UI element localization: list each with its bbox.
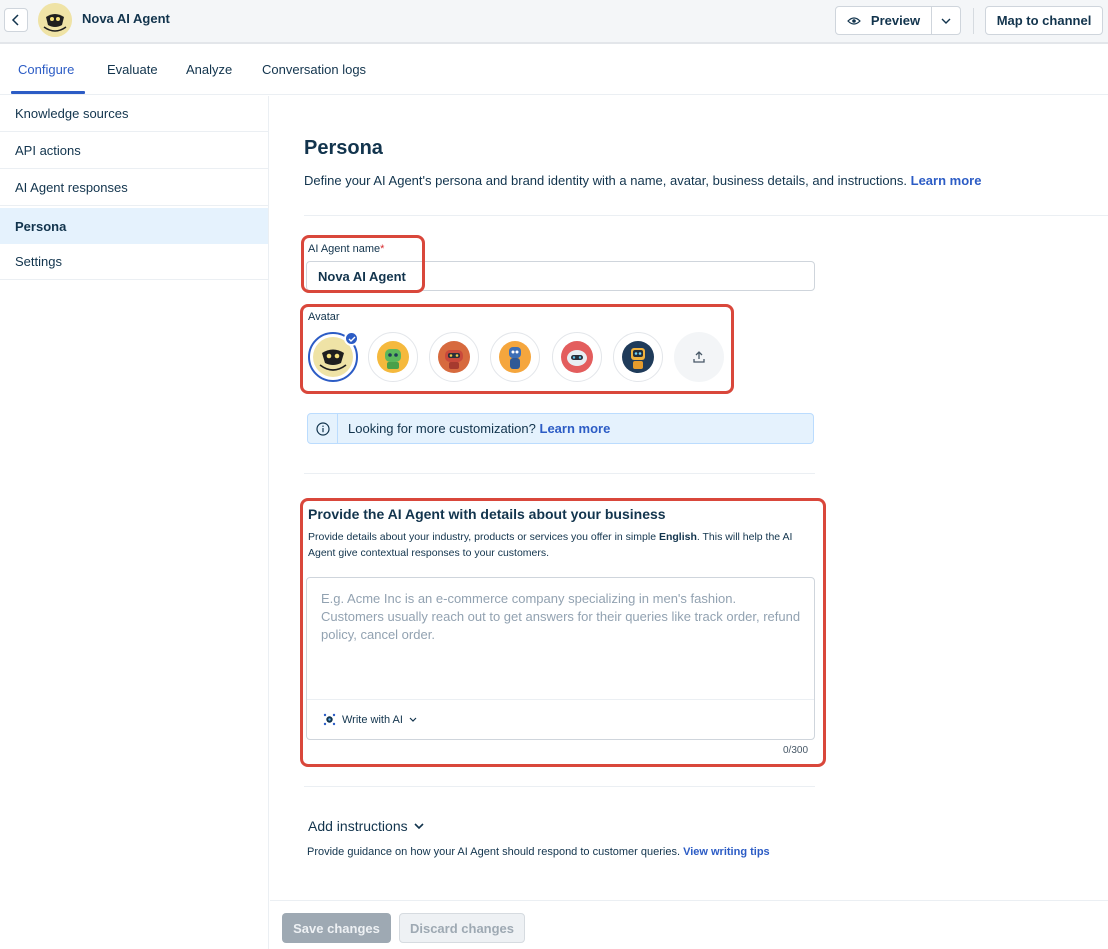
active-tab-indicator [11, 91, 85, 94]
sidebar-item-api-actions[interactable]: API actions [0, 133, 268, 169]
view-writing-tips-link[interactable]: View writing tips [683, 846, 770, 858]
tab-conversation-logs[interactable]: Conversation logs [262, 62, 366, 77]
chevron-left-icon [11, 14, 19, 26]
preview-label: Preview [870, 13, 921, 28]
divider [304, 215, 1108, 216]
sidebar-item-knowledge-sources[interactable]: Knowledge sources [0, 96, 268, 132]
eye-icon [847, 16, 861, 25]
add-instructions-toggle[interactable]: Add instructions [308, 818, 424, 834]
top-header: Nova AI Agent Preview Map to channel [0, 0, 1108, 44]
instructions-desc-text: Provide guidance on how your AI Agent sh… [307, 846, 681, 858]
learn-more-link[interactable]: Learn more [911, 173, 982, 188]
header-divider [973, 8, 974, 34]
preview-dropdown-button[interactable] [932, 7, 960, 34]
app-title: Nova AI Agent [82, 11, 170, 26]
info-text-label: Looking for more customization? [348, 421, 536, 436]
discard-changes-button[interactable]: Discard changes [399, 913, 525, 943]
chevron-down-icon [941, 18, 951, 24]
highlight-business-details [300, 498, 826, 767]
sidebar-item-ai-agent-responses[interactable]: AI Agent responses [0, 170, 268, 206]
tab-evaluate[interactable]: Evaluate [107, 62, 158, 77]
sidebar-item-settings[interactable]: Settings [0, 244, 268, 280]
page-title: Persona [304, 137, 383, 159]
back-button[interactable] [4, 8, 28, 32]
page-description-text: Define your AI Agent's persona and brand… [304, 173, 908, 188]
footer-bar [270, 900, 1108, 949]
customization-info-banner: Looking for more customization? Learn mo… [307, 413, 814, 444]
preview-button-group: Preview [835, 6, 961, 35]
page-description: Define your AI Agent's persona and brand… [304, 173, 981, 188]
chevron-down-icon [414, 823, 424, 829]
agent-avatar [38, 3, 72, 37]
save-changes-button[interactable]: Save changes [282, 913, 391, 943]
instructions-description: Provide guidance on how your AI Agent sh… [307, 846, 770, 858]
preview-button[interactable]: Preview [836, 7, 932, 34]
map-to-channel-button[interactable]: Map to channel [985, 6, 1103, 35]
highlight-avatar [300, 304, 734, 394]
highlight-agent-name [301, 235, 425, 293]
info-learn-more-link[interactable]: Learn more [540, 421, 611, 436]
info-icon-container [308, 414, 338, 443]
tab-configure[interactable]: Configure [18, 62, 74, 77]
add-instructions-label: Add instructions [308, 818, 408, 834]
divider [304, 473, 815, 474]
tab-analyze[interactable]: Analyze [186, 62, 232, 77]
info-text: Looking for more customization? Learn mo… [338, 421, 610, 436]
info-icon [315, 421, 330, 436]
sidebar: Knowledge sources API actions AI Agent r… [0, 96, 269, 949]
tab-bar: Configure Evaluate Analyze Conversation … [0, 46, 1108, 95]
sidebar-item-persona[interactable]: Persona [0, 208, 268, 244]
divider [304, 786, 815, 787]
